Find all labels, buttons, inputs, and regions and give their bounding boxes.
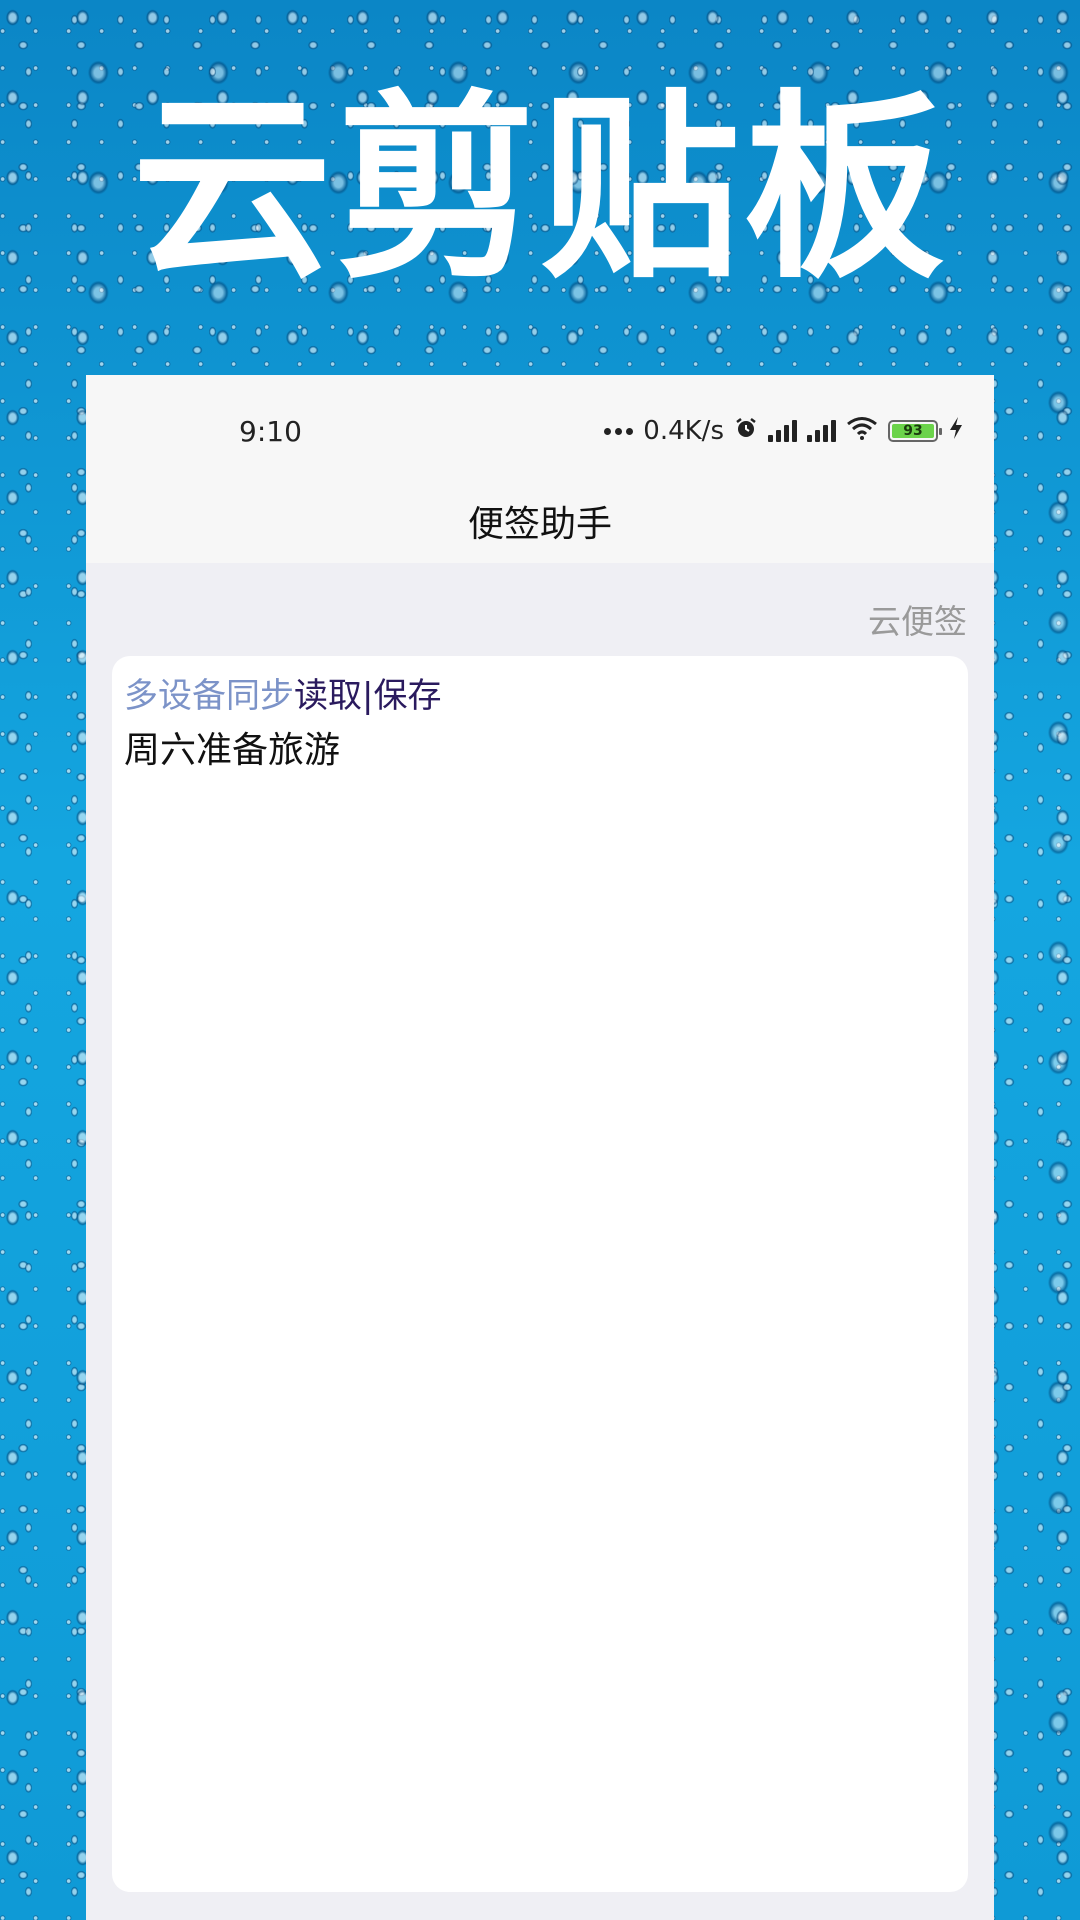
status-time: 9:10 <box>239 415 302 448</box>
alarm-icon <box>734 416 758 447</box>
wifi-icon <box>846 416 878 447</box>
navigation-bar: 便签助手 <box>86 485 994 563</box>
battery-icon: 93 <box>888 420 942 442</box>
save-button[interactable]: 保存 <box>373 674 441 718</box>
note-editor[interactable]: 多设备同步 读取 | 保存 周六准备旅游 <box>112 656 968 1892</box>
charging-icon <box>948 416 964 447</box>
status-bar: 9:10 0.4K/s 93 <box>86 375 994 485</box>
toolbar-separator: | <box>362 676 374 716</box>
note-content[interactable]: 周六准备旅游 <box>124 728 340 774</box>
battery-level: 93 <box>892 423 934 439</box>
signal-icon <box>768 420 797 442</box>
signal-icon-2 <box>807 420 836 442</box>
sync-label: 多设备同步 <box>124 676 294 716</box>
network-activity-icon <box>604 427 634 435</box>
status-icons: 0.4K/s 93 <box>604 413 964 449</box>
phone-screen: 9:10 0.4K/s 93 便签助手 云便签 多设备同步 读取 | 保存 周六… <box>86 375 994 1920</box>
note-toolbar: 多设备同步 读取 | 保存 <box>124 674 441 718</box>
read-button[interactable]: 读取 <box>294 674 362 718</box>
cloud-notes-link[interactable]: 云便签 <box>868 595 967 643</box>
hero-title: 云剪贴板 <box>131 73 948 306</box>
net-speed: 0.4K/s <box>643 416 724 446</box>
page-title: 便签助手 <box>467 504 612 545</box>
